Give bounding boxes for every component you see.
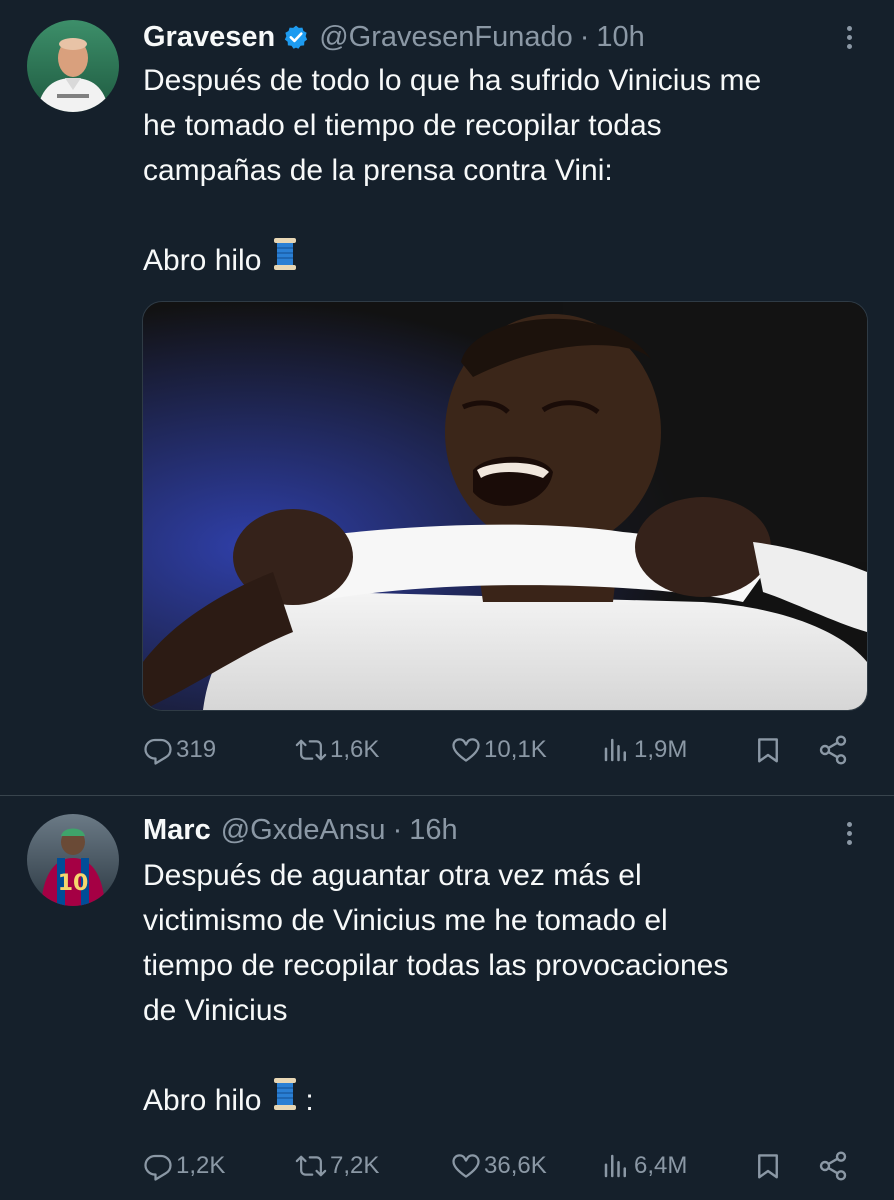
tweet-text: Después de todo lo que ha sufrido Vinici… bbox=[143, 58, 864, 283]
retweet-count: 1,6K bbox=[330, 736, 380, 763]
tweet-marc[interactable]: 10 Marc @GxdeAnsu · 16h Después de aguan… bbox=[0, 796, 894, 1200]
thread-label: Abro hilo bbox=[143, 244, 262, 277]
tweet-text: Después de aguantar otra vez más el vict… bbox=[143, 853, 864, 1123]
retweet-button[interactable]: 1,6K bbox=[295, 735, 379, 765]
tweet-text-line: tiempo de recopilar todas las provocacio… bbox=[143, 949, 729, 982]
retweet-button[interactable]: 7,2K bbox=[295, 1151, 379, 1181]
thread-suffix: : bbox=[305, 1084, 314, 1117]
views-icon bbox=[601, 735, 631, 765]
reply-count: 319 bbox=[176, 736, 217, 763]
reply-button[interactable]: 1,2K bbox=[143, 1151, 225, 1181]
tweet-gravesen[interactable]: Gravesen @GravesenFunado · 10h Después d… bbox=[0, 0, 894, 795]
avatar[interactable]: 10 bbox=[27, 814, 119, 906]
reply-button[interactable]: 319 bbox=[143, 735, 216, 765]
like-count: 36,6K bbox=[484, 1152, 547, 1179]
like-count: 10,1K bbox=[484, 736, 547, 763]
reply-icon bbox=[143, 1151, 173, 1181]
bookmark-icon[interactable] bbox=[753, 735, 783, 765]
tweet-text-line: he tomado el tiempo de recopilar todas bbox=[143, 109, 662, 142]
bookmark-icon[interactable] bbox=[753, 1151, 783, 1181]
tweet-text-line: victimismo de Vinicius me he tomado el bbox=[143, 904, 668, 937]
tweet-actions: 319 1,6K 10,1K 1,9M bbox=[143, 728, 859, 772]
tweet-header: Marc @GxdeAnsu · 16h bbox=[143, 810, 824, 850]
verified-badge-icon bbox=[283, 24, 309, 50]
share-icon[interactable] bbox=[817, 734, 849, 766]
user-handle[interactable]: @GravesenFunado bbox=[319, 21, 573, 54]
reply-count: 1,2K bbox=[176, 1152, 226, 1179]
reply-icon bbox=[143, 735, 173, 765]
display-name[interactable]: Marc bbox=[143, 814, 211, 847]
timestamp[interactable]: 10h bbox=[596, 21, 644, 54]
thread-announcement: Abro hilo : bbox=[143, 1078, 864, 1123]
retweet-icon bbox=[295, 735, 327, 765]
timestamp[interactable]: 16h bbox=[409, 814, 457, 847]
thread-spool-emoji bbox=[271, 1077, 299, 1124]
views-button[interactable]: 6,4M bbox=[601, 1151, 687, 1181]
views-icon bbox=[601, 1151, 631, 1181]
separator-dot: · bbox=[579, 20, 590, 53]
thread-announcement: Abro hilo bbox=[143, 238, 864, 283]
avatar[interactable] bbox=[27, 20, 119, 112]
tweet-text-line: Después de aguantar otra vez más el bbox=[143, 859, 642, 892]
like-button[interactable]: 36,6K bbox=[451, 1151, 547, 1181]
tweet-text-line: de Vinicius bbox=[143, 994, 288, 1027]
tweet-text-line: Después de todo lo que ha sufrido Vinici… bbox=[143, 64, 762, 97]
views-count: 6,4M bbox=[634, 1152, 688, 1179]
views-count: 1,9M bbox=[634, 736, 688, 763]
user-handle[interactable]: @GxdeAnsu bbox=[221, 814, 386, 847]
tweet-media-image[interactable] bbox=[142, 301, 868, 711]
display-name[interactable]: Gravesen bbox=[143, 21, 275, 54]
retweet-count: 7,2K bbox=[330, 1152, 380, 1179]
views-button[interactable]: 1,9M bbox=[601, 735, 687, 765]
retweet-icon bbox=[295, 1151, 327, 1181]
share-icon[interactable] bbox=[817, 1150, 849, 1182]
tweet-actions: 1,2K 7,2K 36,6K 6,4M bbox=[143, 1144, 859, 1188]
like-icon bbox=[451, 1151, 481, 1181]
separator-dot: · bbox=[392, 813, 403, 846]
thread-spool-emoji bbox=[271, 237, 299, 284]
svg-text:10: 10 bbox=[58, 871, 89, 896]
thread-label: Abro hilo bbox=[143, 1084, 262, 1117]
tweet-text-line: campañas de la prensa contra Vini: bbox=[143, 154, 613, 187]
more-options-icon[interactable] bbox=[834, 813, 864, 853]
like-icon bbox=[451, 735, 481, 765]
tweet-header: Gravesen @GravesenFunado · 10h bbox=[143, 17, 824, 57]
like-button[interactable]: 10,1K bbox=[451, 735, 547, 765]
more-options-icon[interactable] bbox=[834, 17, 864, 57]
